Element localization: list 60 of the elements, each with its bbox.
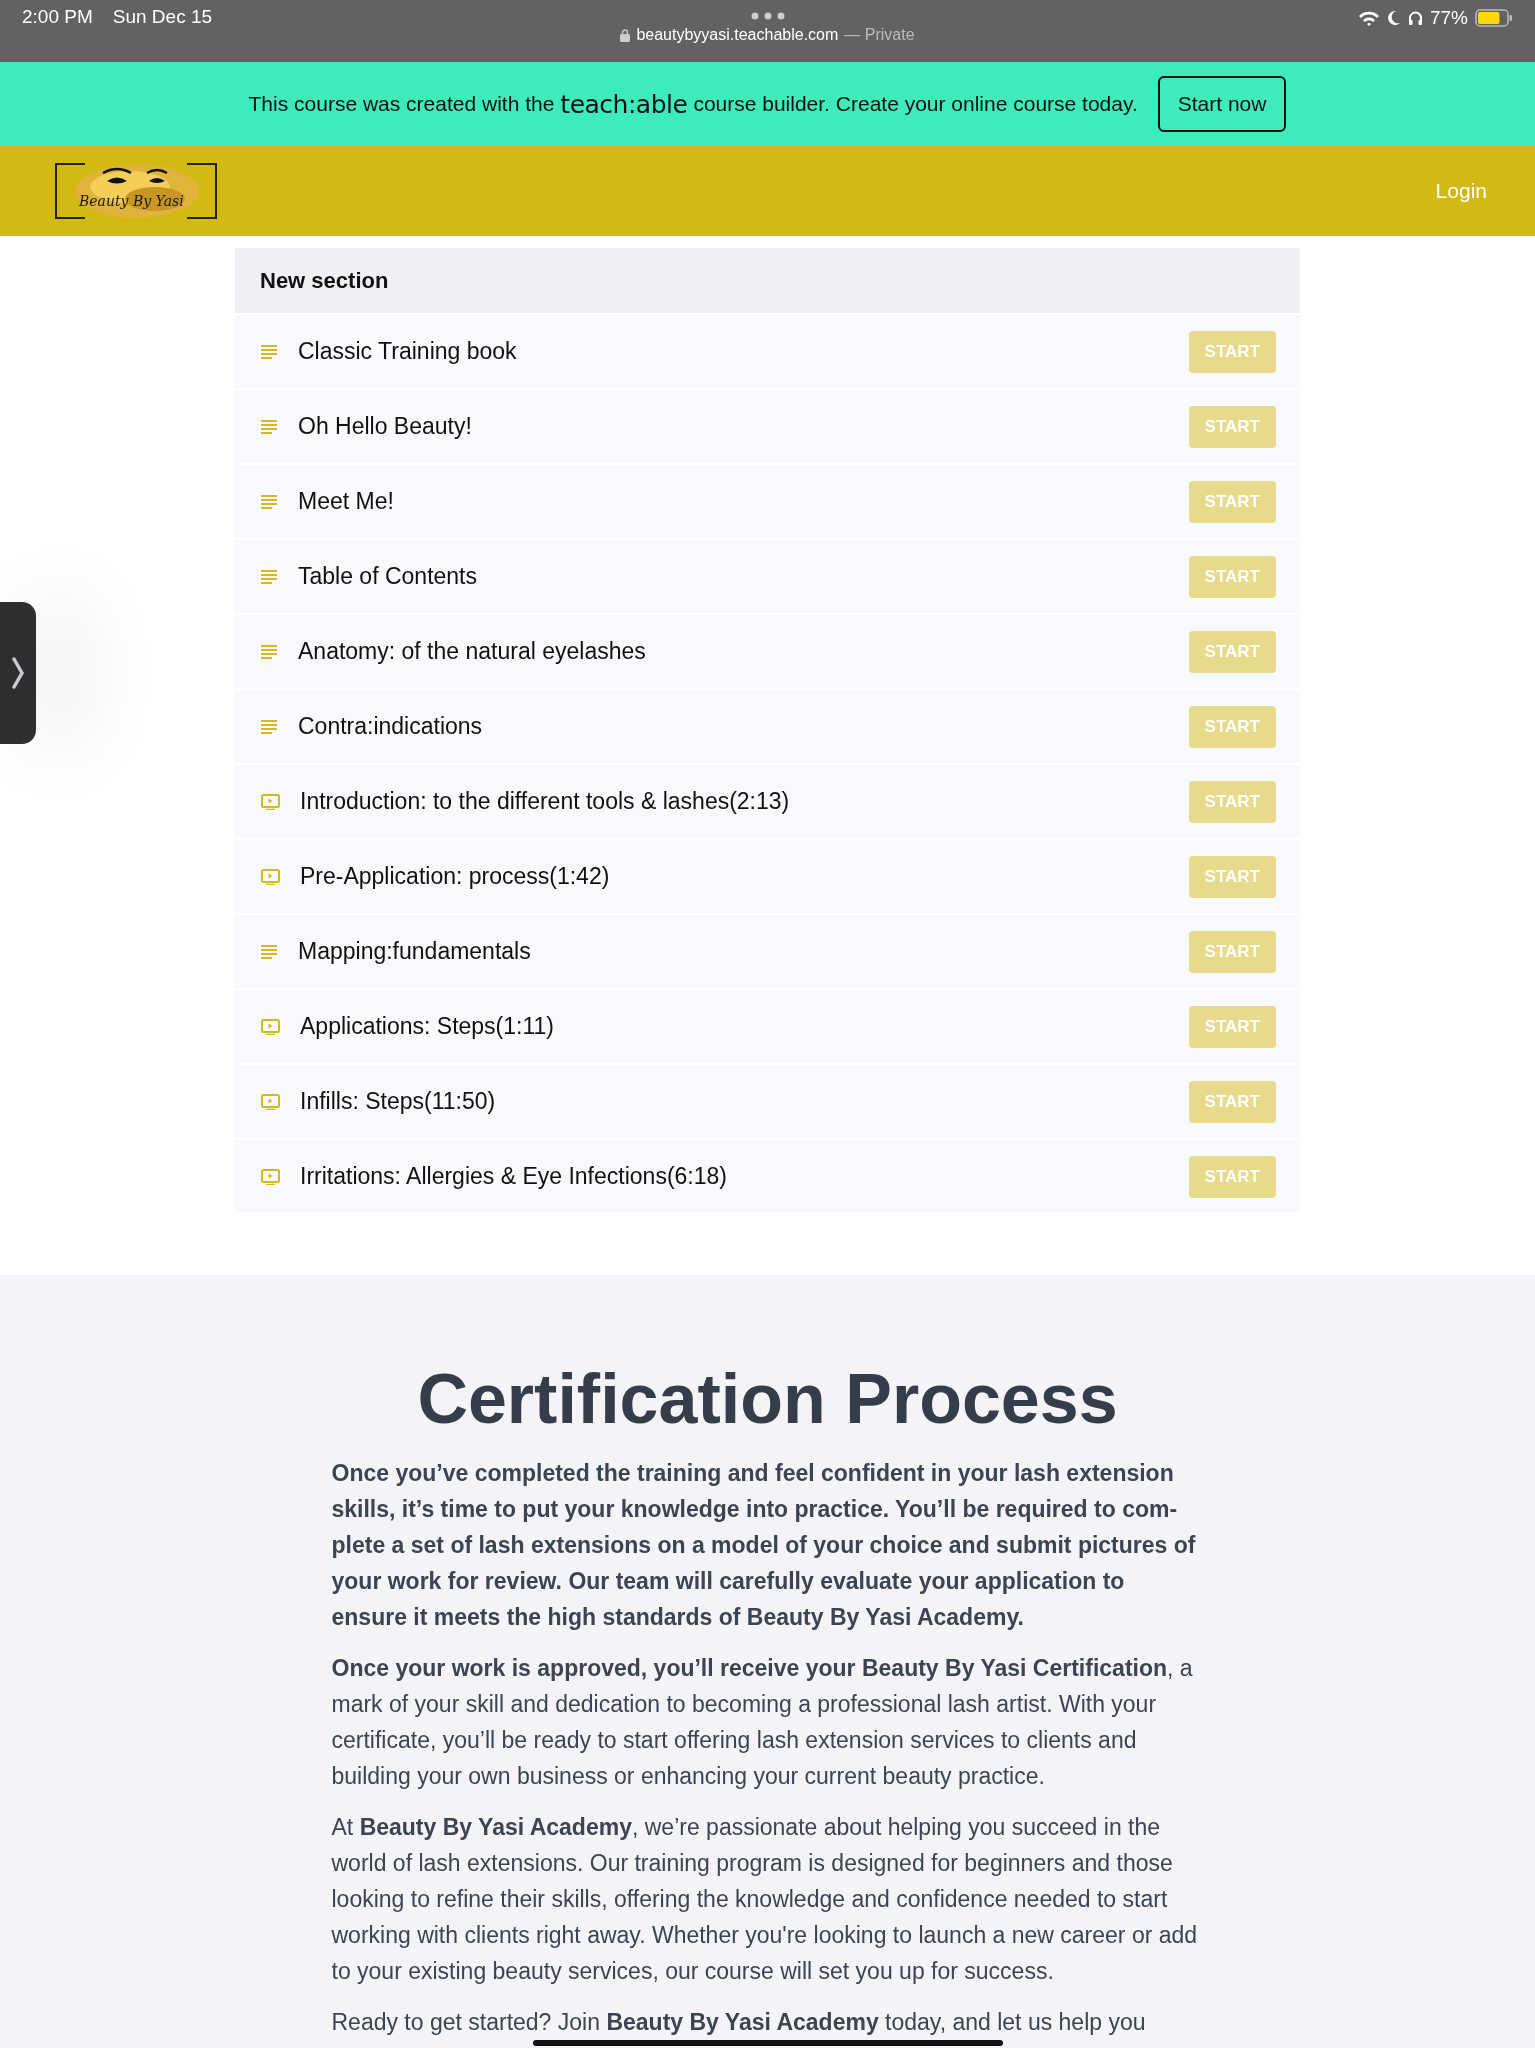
brand-wordmark[interactable]: teach:able xyxy=(560,89,688,119)
text-lines-icon xyxy=(261,344,278,359)
lesson-title: Meet Me! xyxy=(298,488,395,515)
lesson-row[interactable]: Meet Me! START xyxy=(235,463,1300,538)
url-text[interactable]: beautybyyasi.teachable.com xyxy=(636,26,839,44)
start-now-button[interactable]: Start now xyxy=(1157,76,1287,132)
more-icon[interactable] xyxy=(750,12,785,20)
lesson-title: Anatomy: of the natural eyelashes xyxy=(298,638,647,665)
lesson-title: Applications: Steps(1:11) xyxy=(300,1013,555,1040)
lesson-row[interactable]: Infills: Steps(11:50) START xyxy=(235,1063,1300,1138)
battery-percent: 77% xyxy=(1429,7,1468,29)
lesson-title: Pre-Application: process(1:42) xyxy=(300,863,611,890)
section-title: New section xyxy=(260,267,389,294)
lesson-title: Mapping:fundamentals xyxy=(298,938,532,965)
private-label: — Private xyxy=(844,26,915,44)
paragraph: Once your work is approved, you’ll receive your Beauty By Yasi Certification, a mark of your skill and dedication to becoming a professional lash artist. With your certificate, you’ll be ready to start offering lash extension services to clients and building your own business or enhancing your current beauty practice. xyxy=(331,1654,1194,1791)
text-lines-icon xyxy=(261,644,278,659)
status-time: 2:00 PM xyxy=(22,6,93,29)
lock-icon xyxy=(620,28,631,42)
text-lines-icon xyxy=(261,494,278,509)
play-icon xyxy=(261,868,280,885)
text-lines-icon xyxy=(261,569,278,584)
play-icon xyxy=(261,1093,280,1110)
text-lines-icon xyxy=(261,944,278,959)
lesson-row[interactable]: Irritations: Allergies & Eye Infections(6:18) START xyxy=(235,1138,1300,1213)
text-lines-icon xyxy=(261,419,278,434)
headphones-icon xyxy=(1407,10,1423,26)
lesson-title: Classic Training book xyxy=(298,338,518,365)
lesson-row[interactable]: Oh Hello Beauty! START xyxy=(235,388,1300,463)
battery-icon xyxy=(1475,9,1513,27)
paragraph: Ready to get started? Join Beauty By Yasi Academy today, and let us help you xyxy=(331,2008,1147,2037)
lesson-row[interactable]: Applications: Steps(1:11) START xyxy=(235,988,1300,1063)
play-icon xyxy=(261,1168,280,1185)
banner-text: This course was created with the xyxy=(248,92,555,116)
lesson-row[interactable]: Introduction: to the different tools & lashes(2:13) START xyxy=(235,763,1300,838)
section-heading: Certification Process xyxy=(416,1359,1119,1439)
status-date: Sun Dec 15 xyxy=(112,6,213,29)
lesson-title: Oh Hello Beauty! xyxy=(298,413,473,440)
sidebar-handle[interactable] xyxy=(0,602,36,744)
paragraph: At Beauty By Yasi Academy, we’re passionate about helping you succeed in the world of lash extensions. Our training program is designed for beginners and those looking to refine their skills, offering the knowledge and confidence needed to start working with clients right away. Whether you're looking to launch a new career or add to your existing beauty services, our course will set you up for success. xyxy=(331,1813,1199,1986)
lesson-row[interactable]: Classic Training book START xyxy=(235,313,1300,388)
lesson-row[interactable]: Pre-Application: process(1:42) START xyxy=(235,838,1300,913)
paragraph: Once you’ve completed the training and feel confident in your lash extension skills, it’s time to put your knowledge into practice. You’ll be required to com-plete a set of lash extensions on a model of your choice and submit pictures of your work for review. Our team will carefully evaluate your application to ensure it meets the high standards of Beauty By Yasi Academy. xyxy=(331,1459,1197,1632)
lesson-title: Introduction: to the different tools & lashes(2:13) xyxy=(300,788,791,815)
lesson-title: Table of Contents xyxy=(298,563,478,590)
chevron-right-icon xyxy=(12,657,24,689)
logo-text: Beauty By Yasi xyxy=(79,193,184,209)
lesson-title: Infills: Steps(11:50) xyxy=(300,1088,497,1115)
wifi-icon xyxy=(1357,10,1380,26)
lesson-row[interactable]: Anatomy: of the natural eyelashes START xyxy=(235,613,1300,688)
lesson-title: Contra:indications xyxy=(298,713,484,740)
lesson-row[interactable]: Table of Contents START xyxy=(235,538,1300,613)
banner-text: course builder. Create your online course today. xyxy=(693,92,1138,116)
play-icon xyxy=(261,1018,280,1035)
play-icon xyxy=(261,793,280,810)
lesson-row[interactable]: Mapping:fundamentals START xyxy=(235,913,1300,988)
text-lines-icon xyxy=(261,719,278,734)
lesson-title: Irritations: Allergies & Eye Infections(6:18) xyxy=(300,1163,728,1190)
moon-icon xyxy=(1386,10,1401,26)
lesson-row[interactable]: Contra:indications START xyxy=(235,688,1300,763)
